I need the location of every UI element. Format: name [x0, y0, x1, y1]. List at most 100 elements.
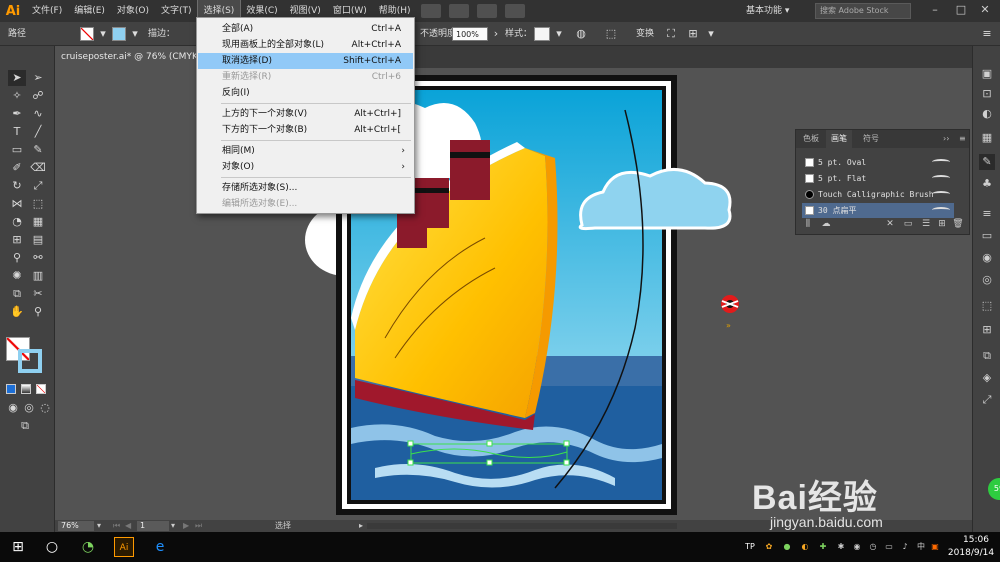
menu-item-inverse[interactable]: 反向(I): [198, 85, 413, 101]
list-item[interactable]: Touch Calligraphic Brush: [802, 187, 954, 202]
arrange-icon[interactable]: ⊞: [686, 27, 700, 41]
tray-app-icon[interactable]: ✿: [764, 542, 774, 552]
pen-tool-icon[interactable]: ✒: [8, 106, 26, 122]
perspective-grid-icon[interactable]: ▦: [29, 214, 47, 230]
menu-item-select-all-artboard[interactable]: 现用画板上的全部对象(L) Alt+Ctrl+A: [198, 37, 413, 53]
workspace-switcher[interactable]: 基本功能 ▾: [746, 3, 814, 19]
asset-export-icon[interactable]: ⊞: [979, 322, 995, 338]
stroke-swatch[interactable]: [112, 27, 126, 41]
properties-icon[interactable]: ▣: [979, 66, 995, 82]
selection-handle[interactable]: [486, 459, 493, 466]
menu-item-same[interactable]: 相同(M) ›: [198, 143, 413, 159]
menu-item-next-object-above[interactable]: 上方的下一个对象(V) Alt+Ctrl+]: [198, 106, 413, 122]
mesh-tool-icon[interactable]: ⊞: [8, 232, 26, 248]
eyedropper-icon[interactable]: ⚲: [8, 250, 26, 266]
tray-security-icon[interactable]: ◐: [800, 542, 810, 552]
edge-browser-icon[interactable]: e: [150, 537, 170, 557]
blend-tool-icon[interactable]: ⚯: [29, 250, 47, 266]
last-artboard-icon[interactable]: ⏭: [195, 520, 202, 532]
menu-item-save-selection[interactable]: 存储所选对象(S)...: [198, 180, 413, 196]
remove-stroke-icon[interactable]: ✕: [884, 218, 896, 230]
bridge-icon[interactable]: [420, 4, 441, 18]
menu-object[interactable]: 对象(O): [111, 0, 155, 22]
artboards-icon[interactable]: ⧉: [979, 348, 995, 364]
selection-handle[interactable]: [486, 440, 493, 447]
appearance-icon[interactable]: ◎: [979, 272, 995, 288]
browser-app-icon[interactable]: ◔: [78, 537, 98, 557]
layers-icon[interactable]: ◈: [979, 370, 995, 386]
panel-menu-icon[interactable]: ≡: [980, 27, 994, 41]
none-mode-icon[interactable]: [36, 384, 46, 394]
chevron-down-icon[interactable]: ▾: [97, 520, 101, 532]
ime-icon[interactable]: 中: [916, 542, 926, 552]
volume-icon[interactable]: ♪: [900, 542, 910, 552]
tab-symbols[interactable]: 符号: [858, 130, 884, 148]
menu-type[interactable]: 文字(T): [155, 0, 198, 22]
tray-plus-icon[interactable]: ✚: [818, 542, 828, 552]
selection-handle[interactable]: [563, 459, 570, 466]
maximize-icon[interactable]: □: [952, 2, 970, 18]
tray-tp-icon[interactable]: TP: [745, 542, 755, 552]
tab-brushes[interactable]: 画笔: [826, 130, 852, 148]
status-menu-icon[interactable]: ▸: [359, 520, 363, 532]
fill-swatch[interactable]: [80, 27, 94, 41]
align-icon[interactable]: ⬚: [604, 27, 618, 41]
tray-network-icon[interactable]: ◷: [868, 542, 878, 552]
shape-builder-icon[interactable]: ◔: [8, 214, 26, 230]
artboard-tool-icon[interactable]: ⧉: [8, 286, 26, 302]
selection-handle[interactable]: [407, 459, 414, 466]
gradient-mode-icon[interactable]: [21, 384, 31, 394]
direct-selection-tool-icon[interactable]: ➢: [29, 70, 47, 86]
libraries-icon[interactable]: ⊡: [979, 86, 995, 102]
menu-item-next-object-below[interactable]: 下方的下一个对象(B) Alt+Ctrl+[: [198, 122, 413, 138]
clock-time[interactable]: 15:06: [958, 535, 994, 545]
illustrator-app-icon[interactable]: Ai: [114, 537, 134, 557]
chevron-down-icon[interactable]: ▾: [171, 520, 175, 532]
links-icon[interactable]: ⤢: [979, 392, 995, 408]
transparency-icon[interactable]: ◉: [979, 250, 995, 266]
gradient-icon[interactable]: ▭: [979, 228, 995, 244]
tab-swatches[interactable]: 色板: [798, 130, 824, 148]
stroke-color-icon[interactable]: [18, 349, 42, 373]
brush-options-icon[interactable]: ☰: [920, 218, 932, 230]
color-icon[interactable]: ◐: [979, 106, 995, 122]
draw-inside-icon[interactable]: ◌: [36, 400, 54, 416]
menu-item-select-all[interactable]: 全部(A) Ctrl+A: [198, 21, 413, 37]
brush-libraries-icon[interactable]: ⫼: [802, 218, 814, 230]
width-tool-icon[interactable]: ⋈: [8, 196, 26, 212]
chevron-down-icon[interactable]: ▾: [552, 27, 566, 41]
screen-mode-icon[interactable]: ⧉: [16, 418, 34, 434]
curvature-tool-icon[interactable]: ∿: [29, 106, 47, 122]
symbol-sprayer-icon[interactable]: ✺: [8, 268, 26, 284]
zoom-tool-icon[interactable]: ⚲: [29, 304, 47, 320]
transform-button[interactable]: 变换: [636, 27, 654, 41]
collapse-icon[interactable]: ››: [938, 130, 954, 148]
minimize-icon[interactable]: –: [926, 2, 944, 18]
close-icon[interactable]: ✕: [976, 2, 994, 18]
recolor-artwork-icon[interactable]: ◍: [574, 27, 588, 41]
gpu-performance-icon[interactable]: [504, 4, 525, 18]
prev-artboard-icon[interactable]: ◀: [125, 520, 131, 532]
eraser-icon[interactable]: ⌫: [29, 160, 47, 176]
brushes-icon[interactable]: ✎: [979, 154, 995, 170]
selection-handle[interactable]: [563, 440, 570, 447]
horizontal-scrollbar[interactable]: [367, 523, 677, 529]
column-graph-icon[interactable]: ▥: [29, 268, 47, 284]
menu-item-object[interactable]: 对象(O) ›: [198, 159, 413, 175]
free-transform-icon[interactable]: ⬚: [29, 196, 47, 212]
tray-browser-icon[interactable]: ●: [782, 542, 792, 552]
tray-notify-icon[interactable]: ▣: [930, 542, 940, 552]
list-item[interactable]: 5 pt. Flat: [802, 171, 954, 186]
symbols-icon[interactable]: ♣: [979, 176, 995, 192]
stock-icon[interactable]: [448, 4, 469, 18]
selection-handle[interactable]: [407, 440, 414, 447]
list-item[interactable]: 5 pt. Oval: [802, 155, 954, 170]
chevron-right-icon[interactable]: ›: [489, 27, 503, 41]
chevron-down-icon[interactable]: ▾: [96, 27, 110, 41]
graphic-style-swatch[interactable]: [534, 27, 550, 41]
magic-wand-icon[interactable]: ✧: [8, 88, 26, 104]
line-tool-icon[interactable]: ╱: [29, 124, 47, 140]
rotate-tool-icon[interactable]: ↻: [8, 178, 26, 194]
scale-tool-icon[interactable]: ⤢: [29, 178, 47, 194]
lasso-icon[interactable]: ☍: [29, 88, 47, 104]
